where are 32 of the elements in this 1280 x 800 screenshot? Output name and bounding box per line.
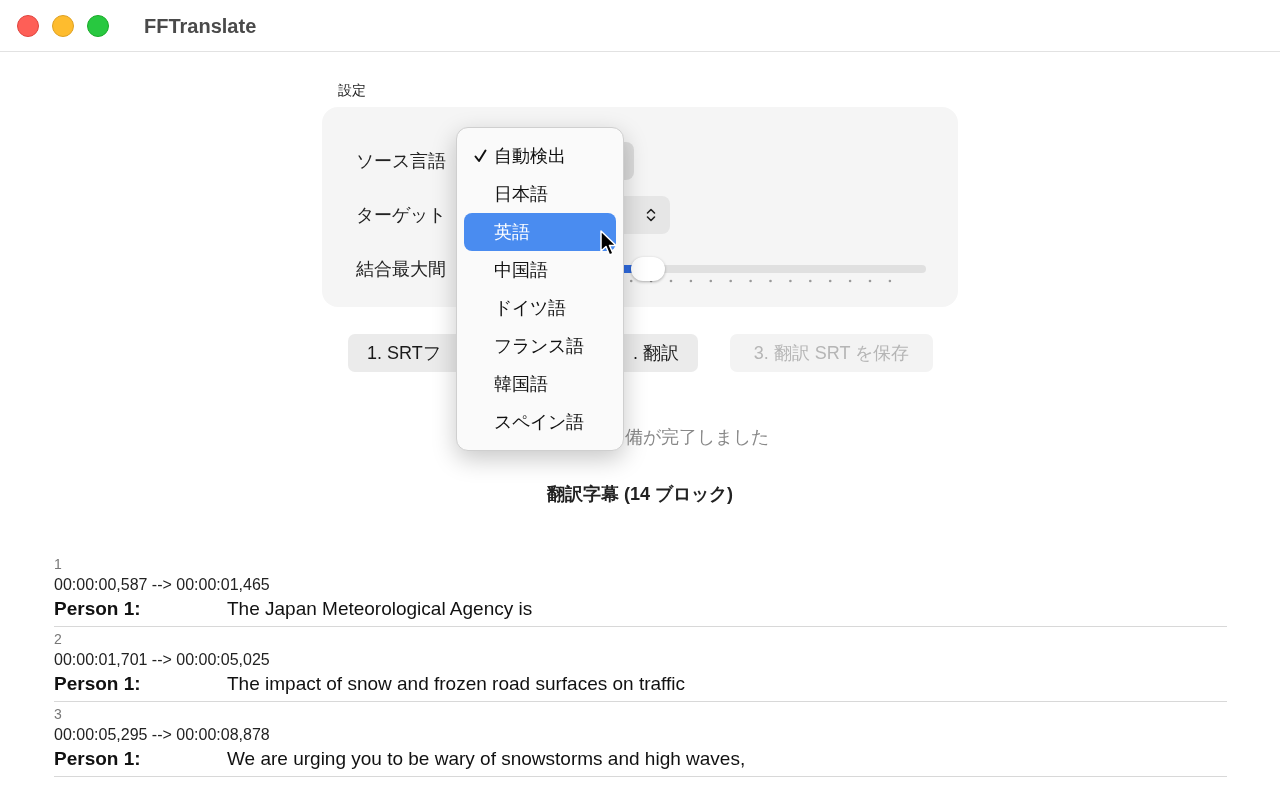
settings-caption: 設定	[338, 81, 367, 100]
chevron-updown-icon	[646, 207, 656, 223]
maximize-button[interactable]	[87, 14, 109, 37]
subtitles-heading: 翻訳字幕 (14 ブロック)	[546, 483, 734, 506]
language-menu-item[interactable]: フランス語	[464, 327, 616, 365]
language-menu-item[interactable]: ドイツ語	[464, 289, 616, 327]
checkmark-icon	[474, 149, 487, 163]
block-index: 3	[54, 705, 63, 724]
speaker-label: Person 1:	[54, 747, 142, 771]
window-title: FFTranslate	[144, 13, 257, 39]
speaker-label: Person 1:	[54, 597, 142, 621]
target-language-label: ターゲット	[356, 203, 447, 227]
source-language-label: ソース言語	[356, 149, 447, 173]
speaker-label: Person 1:	[54, 672, 142, 696]
status-text: 備が完了しました	[625, 426, 770, 449]
minimize-button[interactable]	[52, 14, 74, 37]
block-timecode: 00:00:00,587 --> 00:00:01,465	[54, 575, 271, 595]
language-menu-item[interactable]: 日本語	[464, 175, 616, 213]
block-timecode: 00:00:05,295 --> 00:00:08,878	[54, 725, 271, 745]
language-menu-item[interactable]: 中国語	[464, 251, 616, 289]
close-button[interactable]	[17, 14, 39, 37]
language-menu-item[interactable]: 自動検出	[464, 137, 616, 175]
merge-gap-label: 結合最大間	[356, 257, 447, 281]
block-timecode: 00:00:01,701 --> 00:00:05,025	[54, 650, 271, 670]
language-menu-item[interactable]: スペイン語	[464, 403, 616, 441]
subtitle-text: The impact of snow and frozen road surfaces on traffic	[227, 672, 685, 696]
subtitle-text: We are urging you to be wary of snowstorms and high waves,	[227, 747, 746, 771]
slider-thumb[interactable]	[630, 257, 665, 281]
block-index: 2	[54, 630, 63, 649]
language-menu-item[interactable]: 韓国語	[464, 365, 616, 403]
block-index: 1	[54, 555, 63, 574]
subtitle-text: The Japan Meteorological Agency is	[227, 597, 533, 621]
